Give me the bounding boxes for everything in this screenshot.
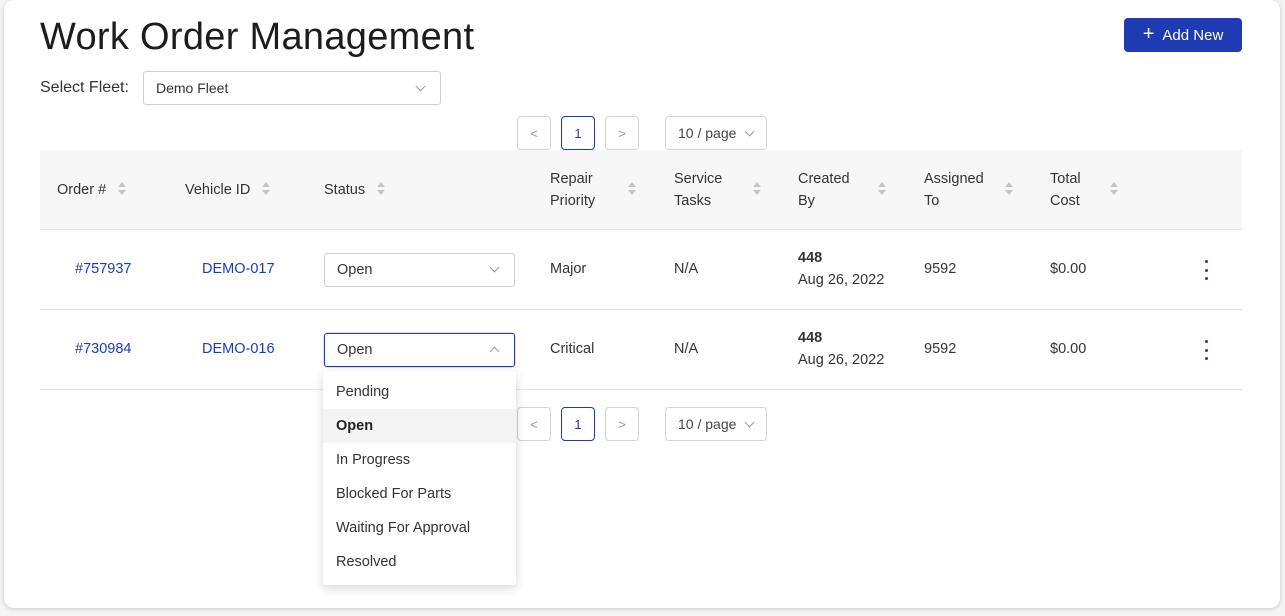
fleet-select-value: Demo Fleet <box>156 80 229 96</box>
status-value: Open <box>337 342 373 358</box>
page-size-select[interactable]: 10 / page <box>665 407 767 441</box>
chevron-down-icon <box>415 81 426 92</box>
status-option-open[interactable]: Open <box>323 409 516 443</box>
sort-icon[interactable] <box>1005 182 1013 196</box>
chevron-up-icon <box>489 346 500 357</box>
column-label: Cost <box>1050 193 1080 209</box>
page-size-value: 10 / page <box>678 416 737 432</box>
table-row: #730984 DEMO-016 Open Critical N/A 448 A… <box>40 310 1242 390</box>
total-cost: $0.00 <box>1050 261 1087 277</box>
status-option-waiting-for-approval[interactable]: Waiting For Approval <box>323 511 516 545</box>
column-header-vehicle-id[interactable]: Vehicle ID <box>185 150 250 230</box>
pagination-bottom: < 1 > 10 / page <box>517 407 767 441</box>
column-label: Created <box>798 171 850 187</box>
order-link[interactable]: #730984 <box>75 341 131 357</box>
column-label: Repair <box>550 171 593 187</box>
column-label: Assigned <box>924 171 984 187</box>
column-label: Vehicle ID <box>185 182 251 198</box>
created-by-id: 448 <box>798 330 823 346</box>
fleet-select[interactable]: Demo Fleet <box>143 71 441 105</box>
table-header: Order # Vehicle ID Status Repair Priorit… <box>40 150 1242 230</box>
sort-icon[interactable] <box>878 182 886 196</box>
status-dropdown-menu: Pending Open In Progress Blocked For Par… <box>323 371 516 585</box>
column-label: Service <box>674 171 723 187</box>
status-option-pending[interactable]: Pending <box>323 375 516 409</box>
sort-icon[interactable] <box>628 182 636 196</box>
assigned-to: 9592 <box>924 261 957 277</box>
column-label: Priority <box>550 193 596 209</box>
column-label: Total <box>1050 171 1081 187</box>
table-row: #757937 DEMO-017 Open Major N/A 448 Aug … <box>40 230 1242 310</box>
next-page-button[interactable]: > <box>605 116 639 150</box>
repair-priority: Critical <box>550 341 595 357</box>
sort-icon[interactable] <box>118 182 126 196</box>
order-link[interactable]: #757937 <box>75 261 131 277</box>
chevron-down-icon <box>744 417 755 428</box>
column-label: Status <box>324 182 366 198</box>
service-tasks: N/A <box>674 341 699 357</box>
sort-icon[interactable] <box>1110 182 1118 196</box>
created-date: Aug 26, 2022 <box>798 272 885 288</box>
column-header-assigned-to[interactable]: Assigned To <box>924 150 984 230</box>
status-option-blocked-for-parts[interactable]: Blocked For Parts <box>323 477 516 511</box>
column-label: To <box>924 193 940 209</box>
column-header-order[interactable]: Order # <box>57 150 106 230</box>
column-label: Order # <box>57 182 107 198</box>
service-tasks: N/A <box>674 261 699 277</box>
page-size-select[interactable]: 10 / page <box>665 116 767 150</box>
page-title: Work Order Management <box>40 16 475 58</box>
column-header-status[interactable]: Status <box>324 150 365 230</box>
column-label: Tasks <box>674 193 712 209</box>
column-header-service-tasks[interactable]: Service Tasks <box>674 150 722 230</box>
plus-icon: + <box>1142 23 1155 45</box>
created-date: Aug 26, 2022 <box>798 352 885 368</box>
column-header-total-cost[interactable]: Total Cost <box>1050 150 1081 230</box>
status-select[interactable]: Open <box>324 333 515 367</box>
assigned-to: 9592 <box>924 341 957 357</box>
more-options-icon[interactable] <box>1204 260 1208 280</box>
page-1-button[interactable]: 1 <box>561 116 595 150</box>
vehicle-link[interactable]: DEMO-017 <box>202 261 275 277</box>
sort-icon[interactable] <box>377 182 385 196</box>
column-label: By <box>798 193 815 209</box>
column-header-repair-priority[interactable]: Repair Priority <box>550 150 595 230</box>
repair-priority: Major <box>550 261 587 277</box>
chevron-down-icon <box>744 126 755 137</box>
column-header-created-by[interactable]: Created By <box>798 150 850 230</box>
total-cost: $0.00 <box>1050 341 1087 357</box>
sort-icon[interactable] <box>753 182 761 196</box>
status-value: Open <box>337 262 373 278</box>
add-new-label: Add New <box>1162 26 1224 44</box>
chevron-down-icon <box>489 262 500 273</box>
status-option-in-progress[interactable]: In Progress <box>323 443 516 477</box>
vehicle-link[interactable]: DEMO-016 <box>202 341 275 357</box>
page-1-button[interactable]: 1 <box>561 407 595 441</box>
created-by-id: 448 <box>798 250 823 266</box>
page-size-value: 10 / page <box>678 125 737 141</box>
status-select[interactable]: Open <box>324 253 515 287</box>
pagination-top: < 1 > 10 / page <box>517 116 767 150</box>
add-new-button[interactable]: + Add New <box>1124 18 1242 52</box>
sort-icon[interactable] <box>262 182 270 196</box>
next-page-button[interactable]: > <box>605 407 639 441</box>
status-option-resolved[interactable]: Resolved <box>323 545 516 579</box>
prev-page-button[interactable]: < <box>517 116 551 150</box>
more-options-icon[interactable] <box>1204 340 1208 360</box>
prev-page-button[interactable]: < <box>517 407 551 441</box>
fleet-label: Select Fleet: <box>40 79 129 96</box>
